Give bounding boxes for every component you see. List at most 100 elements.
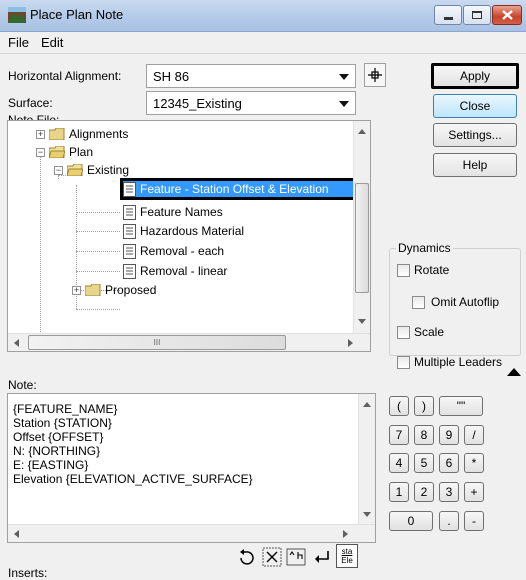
- sta-label: sta: [341, 547, 353, 556]
- tree-item-label: Removal - each: [140, 244, 225, 258]
- key-decimal[interactable]: .: [439, 511, 459, 531]
- tree-item-feature-station-offset-elevation[interactable]: Feature - Station Offset & Elevation: [123, 180, 329, 198]
- key-3[interactable]: 3: [439, 482, 459, 502]
- insert-formatting-button[interactable]: [262, 546, 282, 568]
- tree-item-plan[interactable]: − Plan: [36, 143, 93, 161]
- key-quotes[interactable]: "": [439, 396, 483, 416]
- minimize-button[interactable]: [434, 5, 462, 25]
- scale-label: Scale: [414, 325, 445, 339]
- tree-item-label: Alignments: [69, 127, 129, 141]
- scale-checkbox[interactable]: [397, 326, 410, 339]
- tree-connector: [76, 271, 120, 272]
- tree-item-label: Existing: [87, 163, 130, 177]
- note-horizontal-scrollbar[interactable]: [8, 524, 375, 542]
- tree-item-label: Proposed: [105, 283, 157, 297]
- collapse-icon[interactable]: −: [54, 165, 63, 175]
- close-window-button[interactable]: [492, 5, 522, 25]
- tree-connector: [40, 148, 41, 334]
- insert-text-button[interactable]: [286, 546, 306, 568]
- key-6[interactable]: 6: [439, 453, 459, 473]
- scroll-left-icon[interactable]: [14, 530, 19, 538]
- multiple-leaders-checkbox[interactable]: [397, 356, 410, 369]
- key-minus[interactable]: -: [464, 511, 484, 531]
- horizontal-alignment-select[interactable]: SH 86: [146, 64, 356, 88]
- tree-item-existing[interactable]: − Existing: [54, 161, 129, 179]
- scroll-down-icon[interactable]: [358, 319, 366, 324]
- tree-item-removal-linear[interactable]: Removal - linear: [123, 262, 227, 280]
- key-7[interactable]: 7: [389, 425, 409, 445]
- key-close-paren[interactable]: ): [414, 396, 434, 416]
- chevron-down-icon: [339, 101, 349, 107]
- folder-icon: [49, 128, 65, 140]
- minimize-icon: [443, 16, 453, 20]
- folder-open-icon: [49, 146, 65, 158]
- key-0[interactable]: 0: [389, 511, 433, 531]
- key-9[interactable]: 9: [439, 425, 459, 445]
- tree-connector: [76, 231, 120, 232]
- tree-connector: [76, 309, 120, 310]
- note-vertical-scrollbar[interactable]: [358, 394, 375, 524]
- scroll-down-icon[interactable]: [363, 512, 371, 517]
- omit-autoflip-checkbox[interactable]: [412, 296, 425, 309]
- maximize-button[interactable]: [463, 5, 491, 25]
- undo-button[interactable]: [236, 546, 256, 568]
- insert-station-elevation-button[interactable]: sta Ele: [336, 544, 358, 568]
- rotate-checkbox[interactable]: [397, 264, 410, 277]
- scroll-up-icon[interactable]: [358, 129, 366, 134]
- crosshair-icon: [368, 68, 382, 82]
- key-open-paren[interactable]: (: [389, 396, 409, 416]
- key-multiply[interactable]: *: [464, 453, 484, 473]
- close-button[interactable]: Close: [433, 94, 517, 118]
- tree-horizontal-scrollbar[interactable]: III: [8, 333, 370, 351]
- scroll-up-icon[interactable]: [363, 402, 371, 407]
- tree-item-feature-names[interactable]: Feature Names: [123, 203, 223, 221]
- apply-button[interactable]: Apply: [431, 63, 519, 89]
- insert-return-button[interactable]: [312, 546, 332, 568]
- note-line: Station {STATION}: [13, 416, 112, 430]
- scroll-left-icon[interactable]: [14, 339, 19, 347]
- menu-file[interactable]: File: [8, 35, 29, 50]
- key-plus[interactable]: +: [464, 482, 484, 502]
- title-bar[interactable]: Place Plan Note: [0, 0, 526, 32]
- text-insert-icon: [286, 548, 306, 566]
- maximize-icon: [472, 11, 482, 19]
- surface-value: 12345_Existing: [153, 96, 242, 111]
- tree-item-label: Feature - Station Offset & Elevation: [140, 182, 329, 196]
- key-8[interactable]: 8: [414, 425, 434, 445]
- key-2[interactable]: 2: [414, 482, 434, 502]
- surface-select[interactable]: 12345_Existing: [146, 91, 356, 115]
- folder-open-icon: [67, 164, 83, 176]
- key-5[interactable]: 5: [414, 453, 434, 473]
- tree-item-removal-each[interactable]: Removal - each: [123, 242, 224, 260]
- omit-autoflip-label: Omit Autoflip: [431, 295, 500, 309]
- pick-alignment-button[interactable]: [364, 63, 386, 87]
- tree-item-alignments[interactable]: + Alignments: [36, 125, 128, 143]
- dynamics-label: Dynamics: [396, 241, 453, 255]
- scroll-right-icon[interactable]: [348, 339, 353, 347]
- format-icon: [262, 547, 282, 567]
- expand-icon[interactable]: +: [72, 285, 81, 295]
- scroll-thumb[interactable]: III: [28, 335, 286, 350]
- tree-item-label: Hazardous Material: [140, 224, 245, 238]
- tree-item-proposed[interactable]: + Proposed: [72, 281, 156, 299]
- scroll-thumb[interactable]: [355, 183, 369, 293]
- collapse-icon[interactable]: −: [36, 147, 45, 157]
- tree-item-label: Plan: [69, 145, 94, 159]
- key-1[interactable]: 1: [389, 482, 409, 502]
- menu-edit[interactable]: Edit: [41, 35, 63, 50]
- settings-button[interactable]: Settings...: [433, 123, 517, 147]
- expand-icon[interactable]: +: [36, 129, 45, 139]
- tree-vertical-scrollbar[interactable]: [353, 121, 370, 333]
- document-icon: [123, 243, 136, 259]
- scroll-right-icon[interactable]: [343, 530, 348, 538]
- note-file-tree[interactable]: + Alignments − Plan − Existing Feature -…: [7, 120, 371, 352]
- collapse-panel-icon[interactable]: [507, 368, 521, 376]
- tree-item-hazardous-material[interactable]: Hazardous Material: [123, 222, 244, 240]
- key-divide[interactable]: /: [464, 425, 484, 445]
- document-icon: [123, 223, 136, 239]
- folder-icon: [85, 284, 101, 296]
- help-button[interactable]: Help: [433, 153, 517, 177]
- note-label: Note:: [8, 378, 37, 392]
- key-4[interactable]: 4: [389, 453, 409, 473]
- note-textarea[interactable]: {FEATURE_NAME} Station {STATION} Offset …: [7, 393, 376, 543]
